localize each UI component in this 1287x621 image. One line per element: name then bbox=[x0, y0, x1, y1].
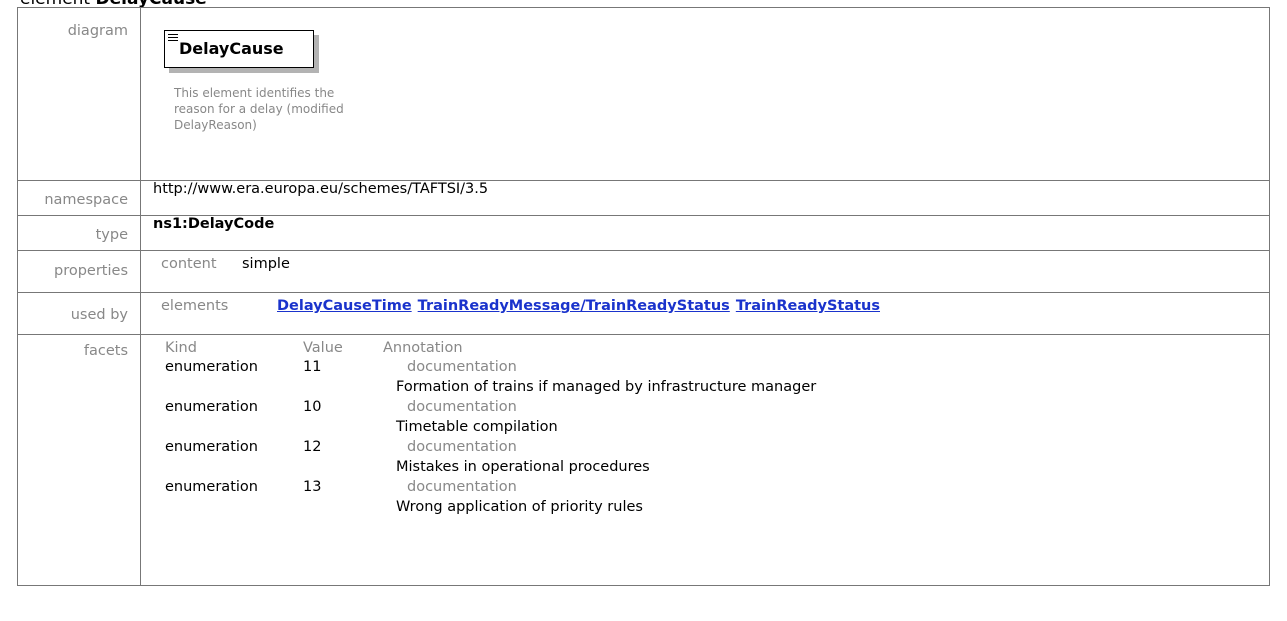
element-doc-table: diagram DelayCause This element identifi… bbox=[17, 7, 1270, 586]
type-label: type bbox=[95, 227, 128, 243]
facet-kind: enumeration bbox=[165, 399, 258, 415]
facet-doc-text: Formation of trains if managed by infras… bbox=[396, 379, 817, 395]
facet-value: 13 bbox=[303, 479, 322, 495]
facet-doc-label: documentation bbox=[407, 359, 517, 375]
facet-doc-text: Wrong application of priority rules bbox=[396, 499, 643, 515]
used-by-key: elements bbox=[161, 298, 229, 314]
properties-label: properties bbox=[54, 263, 128, 279]
facet-value: 11 bbox=[303, 359, 322, 375]
link-trainreadystatus[interactable]: TrainReadyStatus bbox=[736, 298, 880, 314]
facet-row: enumeration 13 documentation Wrong appli… bbox=[141, 479, 1241, 519]
used-by-content: elements DelayCauseTime TrainReadyMessage… bbox=[141, 293, 1269, 334]
facet-value: 12 bbox=[303, 439, 322, 455]
type-row: type ns1:DelayCode bbox=[17, 215, 1270, 251]
element-lines-icon bbox=[168, 34, 178, 43]
link-delaycausetime[interactable]: DelayCauseTime bbox=[277, 298, 412, 314]
properties-key: content bbox=[161, 256, 217, 272]
facet-value: 10 bbox=[303, 399, 322, 415]
facets-header-kind: Kind bbox=[165, 340, 197, 356]
link-trainreadymessage-trainreadystatus[interactable]: TrainReadyMessage/TrainReadyStatus bbox=[418, 298, 730, 314]
facets-table: Kind Value Annotation enumeration 11 doc… bbox=[141, 335, 1269, 585]
facet-row: enumeration 12 documentation Mistakes in… bbox=[141, 439, 1241, 479]
element-documentation: This element identifies the reason for a… bbox=[174, 86, 344, 132]
facets-row: facets Kind Value Annotation enumeration… bbox=[17, 334, 1270, 586]
diagram: DelayCause This element identifies the r… bbox=[141, 8, 1269, 180]
facet-row: enumeration 11 documentation Formation o… bbox=[141, 359, 1241, 399]
facet-doc-text: Mistakes in operational procedures bbox=[396, 459, 650, 475]
properties-value: simple bbox=[242, 256, 290, 272]
type-value: ns1:DelayCode bbox=[140, 215, 1270, 251]
facets-header-value: Value bbox=[303, 340, 343, 356]
namespace-value: http://www.era.europa.eu/schemes/TAFTSI/… bbox=[140, 180, 1270, 216]
namespace-label: namespace bbox=[44, 192, 128, 208]
facet-doc-text: Timetable compilation bbox=[396, 419, 558, 435]
facet-doc-label: documentation bbox=[407, 479, 517, 495]
used-by-label: used by bbox=[70, 307, 128, 323]
element-box-name: DelayCause bbox=[179, 39, 284, 58]
facet-kind: enumeration bbox=[165, 479, 258, 495]
facets-header-annotation: Annotation bbox=[383, 340, 463, 356]
namespace-row: namespace http://www.era.europa.eu/schem… bbox=[17, 180, 1270, 216]
facet-row: enumeration 10 documentation Timetable c… bbox=[141, 399, 1241, 439]
used-by-row: used by elements DelayCauseTime TrainRead… bbox=[17, 292, 1270, 335]
diagram-row: diagram DelayCause This element identifi… bbox=[17, 7, 1270, 181]
facet-kind: enumeration bbox=[165, 359, 258, 375]
element-box[interactable]: DelayCause bbox=[164, 30, 314, 68]
diagram-label: diagram bbox=[67, 23, 128, 39]
facets-label: facets bbox=[83, 343, 128, 359]
properties-row: properties content simple bbox=[17, 250, 1270, 293]
facet-kind: enumeration bbox=[165, 439, 258, 455]
facet-doc-label: documentation bbox=[407, 399, 517, 415]
properties-content: content simple bbox=[141, 251, 1269, 292]
facet-doc-label: documentation bbox=[407, 439, 517, 455]
